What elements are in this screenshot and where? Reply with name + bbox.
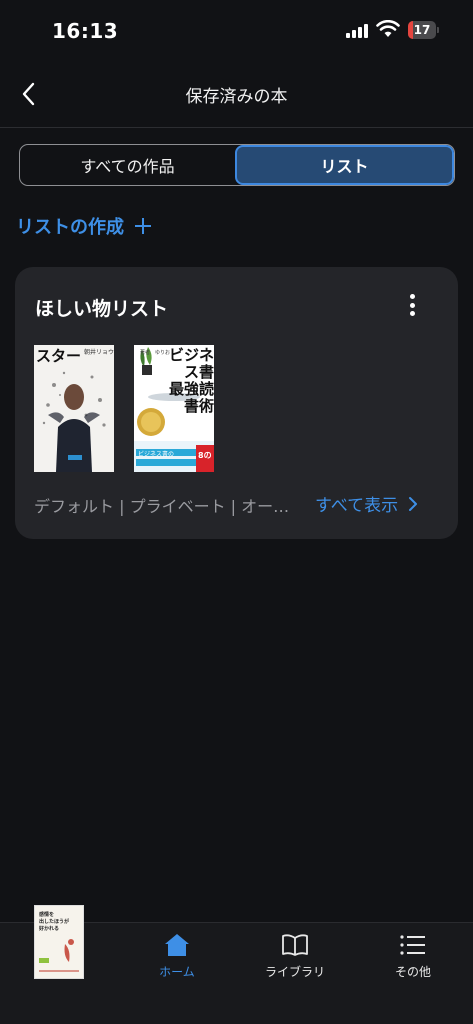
- tab-home-label: ホーム: [159, 965, 195, 979]
- book-badge: 8の: [198, 451, 212, 460]
- menu-list-icon: [400, 935, 425, 955]
- book-title-line: 最強読書術: [168, 380, 214, 415]
- status-bar: 16:13 17: [0, 0, 473, 62]
- book-cover-business-reading[interactable]: ビジネス書 最強読書術 著者 ゆりお 8の ビジネス書の: [134, 345, 214, 472]
- book-author: 朝井リョウ: [84, 349, 114, 356]
- tab-all-works[interactable]: すべての作品: [20, 145, 235, 185]
- tab-library[interactable]: ライブラリ: [250, 933, 340, 980]
- more-vertical-icon: [409, 294, 415, 299]
- list-card[interactable]: ほしい物リスト スター 朝井リョウ ビジネス書 最強読書術 著者 ゆりお 8の …: [15, 267, 458, 539]
- show-all-link[interactable]: すべて表示: [315, 491, 418, 516]
- list-meta: デフォルト | プライベート | オー…: [34, 497, 290, 516]
- chevron-right-icon: [409, 496, 418, 511]
- segmented-control: すべての作品 リスト: [19, 144, 455, 186]
- title-line: 感情を: [39, 912, 55, 918]
- book-cover-star[interactable]: スター 朝井リョウ: [34, 345, 114, 472]
- tab-more-label: その他: [394, 965, 431, 979]
- nav-header: 保存済みの本: [0, 62, 473, 128]
- saved-books-screen: 16:13 17 保存済みの本 すべての作品 リスト リストの作成 ほしい物リス…: [0, 0, 473, 1024]
- plus-icon: [134, 217, 152, 235]
- book-title: ビジネス書 最強読書術: [156, 347, 214, 415]
- tab-lists[interactable]: リスト: [235, 145, 454, 185]
- book-cover-subtitle: ビジネス書の: [138, 451, 175, 458]
- title-line: 出したほうが: [39, 919, 70, 925]
- now-reading-title: 感情を 出したほうが 好かれる: [39, 912, 69, 933]
- wifi-icon: [376, 20, 400, 37]
- tab-more[interactable]: その他: [368, 933, 458, 980]
- tab-home[interactable]: ホーム: [132, 933, 222, 980]
- now-reading-book-thumbnail[interactable]: 感情を 出したほうが 好かれる: [34, 905, 84, 979]
- show-all-label: すべて表示: [315, 496, 399, 516]
- home-icon: [165, 934, 189, 956]
- tab-bar: 感情を 出したほうが 好かれる ホーム ライブラリ その他: [0, 905, 473, 1024]
- book-author: 著者 ゆりお: [140, 350, 171, 356]
- book-icon: [282, 934, 308, 956]
- list-title: ほしい物リスト: [35, 298, 169, 320]
- book-title: スター: [36, 347, 82, 365]
- more-options-button[interactable]: [399, 291, 425, 319]
- battery-level: 17: [413, 23, 431, 37]
- tab-library-label: ライブラリ: [264, 965, 325, 979]
- create-list-button[interactable]: リストの作成: [16, 211, 152, 241]
- page-title: 保存済みの本: [185, 87, 288, 107]
- status-time: 16:13: [52, 19, 119, 43]
- cellular-signal-icon: [346, 23, 368, 38]
- title-line: 好かれる: [39, 926, 60, 932]
- battery-icon: 17: [408, 21, 439, 39]
- create-list-label: リストの作成: [16, 217, 124, 238]
